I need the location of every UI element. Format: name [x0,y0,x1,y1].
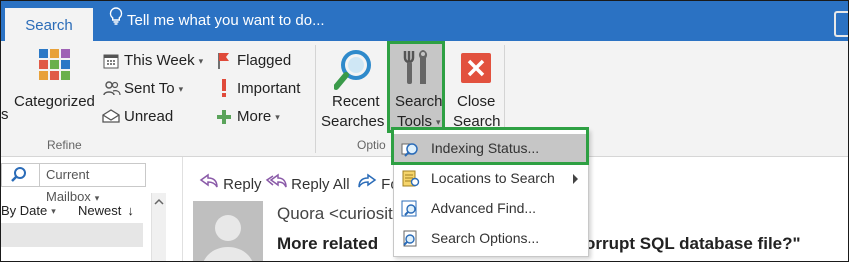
categorized-label: Categorized [14,93,95,110]
forward-icon [357,173,377,193]
options-group-label: Optio [357,138,386,152]
reply-button[interactable]: Reply [199,173,262,193]
group-separator [315,45,316,153]
reply-all-icon [265,173,287,193]
recent-searches-label-1: Recent [332,93,380,110]
lightbulb-icon [109,1,123,41]
menu-item-search-options[interactable]: Search Options... [394,224,588,254]
sort-order-toggle[interactable]: Newest ↓ [78,203,134,218]
flag-icon [217,52,231,75]
tell-me-box[interactable]: Tell me what you want to do... [109,1,325,41]
menu-item-locations-to-search[interactable]: Locations to Search [394,164,588,194]
reading-pane-divider [182,157,183,261]
close-icon [461,53,491,88]
search-scope-dropdown[interactable]: Current Mailbox ▾ [39,164,143,204]
this-week-label: This Week ▾ [124,52,204,69]
advanced-find-icon [401,200,421,223]
menu-item-advanced-find[interactable]: Advanced Find... [394,194,588,224]
window-restore-icon[interactable] [834,11,848,37]
categorized-icon [39,49,71,94]
more-label: More ▾ [237,108,280,125]
search-icon [11,167,27,188]
email-subject-tail: orrupt SQL database file?" [585,234,801,253]
envelope-icon [102,109,120,128]
tell-me-text: Tell me what you want to do... [127,12,325,29]
exclamation-icon [220,79,228,102]
search-tools-highlight [387,41,445,133]
refine-group-label: Refine [47,138,82,152]
reply-all-button[interactable]: Reply All [265,173,350,193]
sort-by-dropdown[interactable]: By Date ▾ [1,203,56,218]
people-icon [103,80,121,101]
close-search-label-1: Close [457,93,496,110]
scroll-up-arrow-icon[interactable] [152,195,166,209]
indexing-status-highlight [391,127,589,165]
plus-icon [216,109,232,130]
tab-search[interactable]: Search [5,8,93,41]
recent-searches-label-2: Searches▾ [321,113,393,130]
reply-icon [199,173,219,193]
important-label: Important [237,80,301,97]
unread-label: Unread [124,108,174,125]
locations-icon [401,170,421,193]
submenu-arrow-icon [573,174,578,184]
outlook-window: Search Tell me what you want to do... s … [0,0,849,262]
avatar [193,201,263,261]
sent-to-label: Sent To ▾ [124,80,184,97]
ribbon-tab-bar: Search Tell me what you want to do... [1,1,848,41]
sender-name: Quora <curiosit [277,204,393,223]
calendar-icon [103,53,119,74]
email-subject: More related [277,234,379,253]
recent-searches-icon [333,49,374,96]
flagged-label: Flagged [237,52,292,69]
truncated-label: s [1,106,9,123]
search-options-icon [401,230,421,253]
message-list-scrollbar[interactable] [151,193,166,261]
list-item[interactable] [1,223,143,247]
